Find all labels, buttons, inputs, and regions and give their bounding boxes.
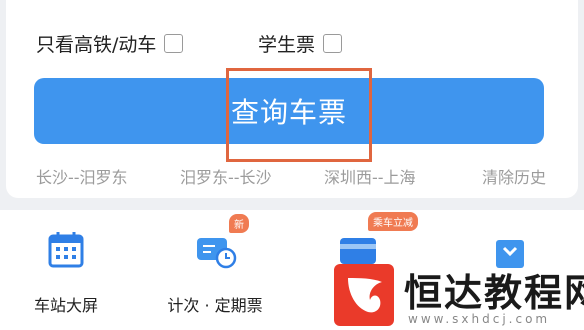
watermark-url: www.sxhdcj.com	[408, 312, 551, 326]
history-item[interactable]: 长沙--汨罗东	[36, 164, 128, 188]
student-ticket-checkbox[interactable]	[323, 34, 343, 53]
nav-item-label: 计次 · 定期票	[167, 296, 263, 315]
high-speed-only-option[interactable]: 只看高铁/动车	[36, 30, 184, 57]
watermark-logo: 恒达教程网 www.sxhdcj.com	[328, 258, 584, 330]
new-badge: 新	[229, 214, 249, 233]
high-speed-only-checkbox[interactable]	[164, 34, 184, 53]
high-speed-only-label: 只看高铁/动车	[36, 34, 157, 56]
student-ticket-option[interactable]: 学生票	[258, 30, 343, 57]
watermark-text: 恒达教程网	[404, 271, 584, 315]
fox-logo-icon	[334, 264, 394, 326]
nav-item-station-screen[interactable]: 车站大屏	[6, 228, 126, 316]
discount-badge: 乘车立减	[368, 212, 418, 231]
clear-history-link[interactable]: 清除历史	[482, 164, 546, 188]
ticket-clock-icon: 新	[193, 214, 249, 272]
history-item[interactable]: 深圳西--上海	[324, 164, 416, 188]
student-ticket-label: 学生票	[258, 34, 316, 56]
query-tickets-button[interactable]: 查询车票	[34, 78, 544, 144]
calendar-grid-icon	[44, 228, 88, 272]
history-item[interactable]: 汨罗东--长沙	[180, 164, 272, 188]
nav-item-label: 车站大屏	[33, 296, 98, 315]
nav-item-periodic-ticket[interactable]: 新 计次 · 定期票	[155, 214, 275, 316]
